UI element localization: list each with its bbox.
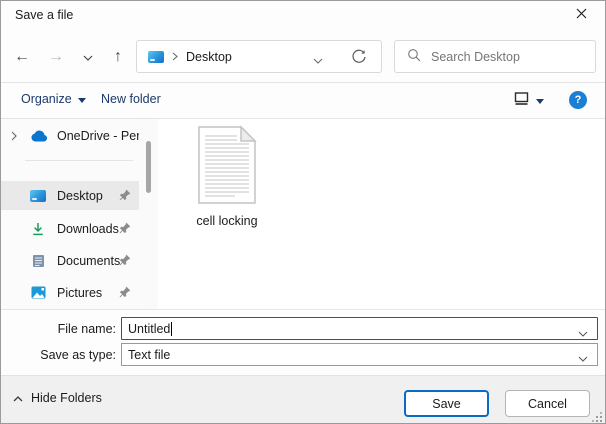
desktop-icon xyxy=(148,50,164,63)
cancel-button[interactable]: Cancel xyxy=(505,390,590,417)
help-icon: ? xyxy=(574,94,582,106)
toolbar-divider-top xyxy=(1,82,605,83)
hide-folders-button[interactable]: Hide Folders xyxy=(13,391,102,405)
breadcrumb-location[interactable]: Desktop xyxy=(186,50,232,64)
save-button-label: Save xyxy=(432,396,461,411)
pin-icon xyxy=(119,286,131,301)
new-folder-button[interactable]: New folder xyxy=(101,92,161,106)
address-bar[interactable]: Desktop xyxy=(136,40,382,73)
save-as-type-value: Text file xyxy=(128,347,171,362)
sidebar-item-label: Downloads xyxy=(57,221,119,236)
pictures-icon xyxy=(27,286,49,299)
sidebar-item-label: OneDrive - Perso xyxy=(57,128,139,143)
scrollbar-thumb[interactable] xyxy=(146,141,151,193)
resize-grip[interactable] xyxy=(600,420,602,422)
file-name-label: cell locking xyxy=(196,214,258,228)
close-icon xyxy=(576,8,587,22)
up-button[interactable]: ↑ xyxy=(105,44,131,70)
search-input[interactable] xyxy=(431,49,595,64)
dialog-body: OneDrive - Perso Desktop Downloads xyxy=(1,119,605,309)
sidebar-item-label: Pictures xyxy=(57,285,103,300)
sidebar-item-label: Desktop xyxy=(57,188,103,203)
close-button[interactable] xyxy=(565,4,597,26)
save-file-dialog: Save a file ← → ↑ Desktop Search Desktop… xyxy=(0,0,606,424)
new-folder-label: New folder xyxy=(101,92,161,106)
pin-icon xyxy=(119,222,131,237)
onedrive-cloud-icon xyxy=(27,129,49,142)
chevron-up-icon xyxy=(13,391,23,405)
sidebar-item-desktop[interactable]: Desktop xyxy=(1,181,139,210)
hide-folders-label: Hide Folders xyxy=(31,391,102,405)
documents-icon xyxy=(27,254,49,268)
views-icon xyxy=(514,91,529,109)
navigation-pane: OneDrive - Perso Desktop Downloads xyxy=(1,119,139,309)
back-button[interactable]: ← xyxy=(9,44,35,70)
breadcrumb-chevron-icon xyxy=(172,50,178,64)
search-icon xyxy=(407,48,421,65)
file-name-value: Untitled xyxy=(128,321,171,336)
recent-locations-button[interactable] xyxy=(75,44,101,70)
cancel-button-label: Cancel xyxy=(528,396,567,411)
sidebar-item-label: Documents xyxy=(57,253,121,268)
file-item[interactable]: cell locking xyxy=(184,125,270,228)
organize-label: Organize xyxy=(21,92,72,106)
file-name-input[interactable]: Untitled xyxy=(121,317,598,340)
dropdown-triangle-icon xyxy=(77,92,86,106)
up-icon: ↑ xyxy=(114,48,122,65)
desktop-icon xyxy=(27,189,49,202)
help-button[interactable]: ? xyxy=(569,91,587,109)
text-document-icon xyxy=(197,125,257,208)
change-view-button[interactable] xyxy=(507,89,551,111)
text-caret xyxy=(171,321,173,336)
forward-icon: → xyxy=(48,48,64,65)
sidebar-item-onedrive[interactable]: OneDrive - Perso xyxy=(1,121,139,150)
organize-button[interactable]: Organize xyxy=(21,92,86,106)
address-dropdown-icon[interactable] xyxy=(313,53,323,67)
sidebar-scrollbar[interactable] xyxy=(139,119,158,309)
dialog-title: Save a file xyxy=(15,8,74,22)
save-as-type-field-label: Save as type: xyxy=(40,348,116,362)
footer-bar: Hide Folders Save Cancel xyxy=(1,375,605,423)
back-icon: ← xyxy=(14,48,30,65)
save-as-type-dropdown-icon[interactable] xyxy=(578,351,588,365)
title-bar: Save a file xyxy=(1,1,605,29)
sidebar-item-downloads[interactable]: Downloads xyxy=(1,214,139,243)
expand-chevron-icon[interactable] xyxy=(1,131,27,141)
views-dropdown-triangle-icon xyxy=(536,93,544,107)
fields-section: File name: Untitled Save as type: Text f… xyxy=(1,310,605,375)
pin-icon xyxy=(119,254,131,269)
save-button[interactable]: Save xyxy=(404,390,489,417)
downloads-icon xyxy=(27,222,49,236)
refresh-button[interactable] xyxy=(351,49,367,68)
forward-button[interactable]: → xyxy=(43,44,69,70)
sidebar-item-documents[interactable]: Documents xyxy=(1,246,139,275)
file-name-field-label: File name: xyxy=(57,322,116,336)
file-name-dropdown-icon[interactable] xyxy=(578,326,588,340)
sidebar-separator xyxy=(25,160,133,161)
search-box[interactable] xyxy=(394,40,596,73)
pin-icon xyxy=(119,189,131,204)
sidebar-item-pictures[interactable]: Pictures xyxy=(1,278,139,307)
chevron-down-icon xyxy=(83,48,93,66)
save-as-type-select[interactable]: Text file xyxy=(121,343,598,366)
